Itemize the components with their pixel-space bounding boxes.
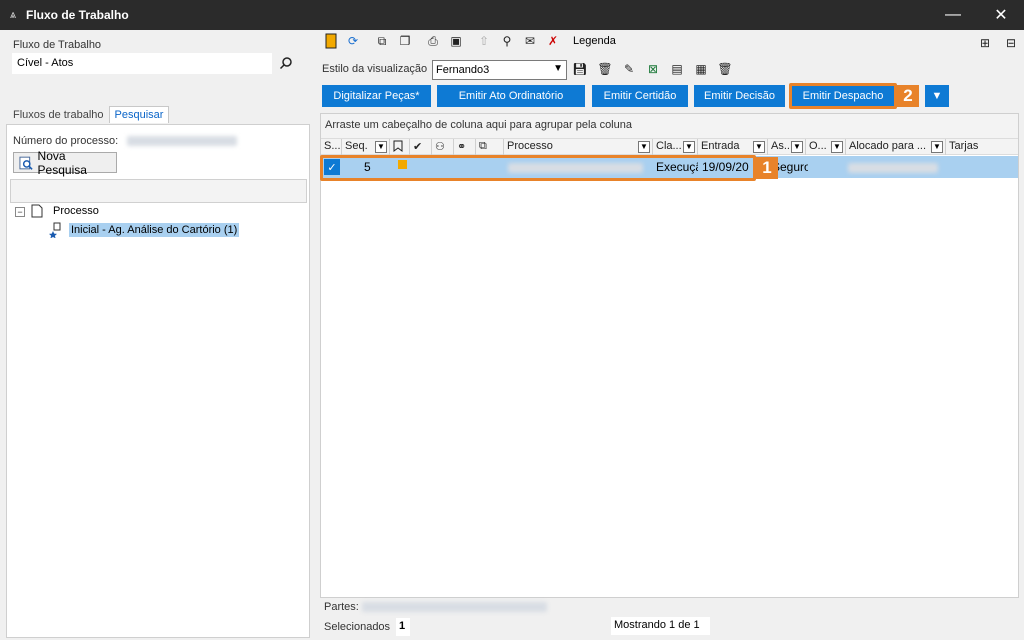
select-all-icon[interactable]: ⧉ (374, 33, 390, 49)
classe-filter-dropdown-icon[interactable]: ▼ (683, 141, 695, 153)
edit-icon[interactable]: ✎ (621, 61, 637, 77)
link-icon: ⚭ (457, 141, 467, 153)
col-header-tarjas[interactable]: Tarjas (946, 139, 1018, 155)
highlight-row (320, 155, 756, 181)
copy-doc-icon: ⧉ (479, 140, 487, 152)
document-icon (31, 204, 43, 218)
search-panel: Número do processo: Nova Pesquisa − Proc… (6, 124, 310, 638)
refresh-icon[interactable]: ⟳ (345, 33, 361, 49)
col-header-bookmark[interactable] (390, 139, 410, 155)
new-search-label: Nova Pesquisa (37, 148, 87, 177)
step-badge-1: 1 (756, 157, 778, 179)
people-icon: ⚇ (435, 141, 445, 153)
check-icon: ✔ (413, 141, 423, 153)
tree-node-label: Processo (53, 205, 99, 217)
left-tabs: Fluxos de trabalho Pesquisar (8, 105, 170, 123)
tree-node-inicial[interactable]: Inicial - Ag. Análise do Cartório (1) (49, 222, 240, 238)
view-style-select[interactable]: Fernando3 ▼ (432, 60, 567, 80)
trash-view-icon[interactable]: 🗑︎ (597, 61, 613, 77)
emitir-decisao-button[interactable]: Emitir Decisão (694, 85, 785, 107)
save-copy-icon[interactable]: ▣ (448, 33, 464, 49)
col-header-s[interactable]: S... (321, 139, 342, 155)
minimize-button[interactable]: — (930, 0, 976, 30)
emitir-ato-ordinatorio-button[interactable]: Emitir Ato Ordinatório (437, 85, 585, 107)
more-actions-button[interactable]: ▼ (925, 85, 949, 107)
comment-icon[interactable]: ✉ (522, 33, 538, 49)
window-title: Fluxo de Trabalho (26, 8, 129, 22)
document-export-icon[interactable]: ▤ (669, 61, 685, 77)
redacted-alocado (848, 163, 938, 173)
alocado-filter-dropdown-icon[interactable]: ▼ (931, 141, 943, 153)
stage-star-icon (49, 222, 61, 238)
list-view-icon[interactable]: ⊟ (1003, 35, 1019, 51)
redacted-process-number (127, 136, 237, 146)
tab-pesquisar[interactable]: Pesquisar (108, 106, 170, 123)
seq-filter-dropdown-icon[interactable]: ▼ (375, 141, 387, 153)
save-icon[interactable]: 💾︎ (572, 61, 588, 77)
tree-view-icon[interactable]: ⊞ (977, 35, 993, 51)
col-header-people[interactable]: ⚇ (432, 139, 454, 155)
bookmark-icon (393, 140, 403, 152)
process-number-label: Número do processo: (13, 135, 119, 147)
magnifier-icon (19, 156, 33, 170)
emitir-certidao-button[interactable]: Emitir Certidão (592, 85, 688, 107)
group-by-hint: Arraste um cabeçalho de coluna aqui para… (321, 114, 1018, 138)
col-header-link[interactable]: ⚭ (454, 139, 476, 155)
excel-export-icon[interactable]: ⊠ (645, 61, 661, 77)
chevron-down-icon: ▼ (553, 63, 563, 74)
app-icon: ⩓ (9, 8, 17, 21)
filter-bar[interactable] (10, 179, 307, 203)
tree-node-processo[interactable]: Processo (31, 204, 99, 218)
tree-collapse-toggle[interactable]: − (15, 207, 25, 217)
col-header-copy[interactable]: ⧉ (476, 139, 504, 155)
selected-count: 1 (396, 618, 410, 636)
workflow-field[interactable]: Cível - Atos (12, 53, 272, 74)
print-icon[interactable]: ⎙ (425, 33, 441, 49)
processo-filter-dropdown-icon[interactable]: ▼ (638, 141, 650, 153)
legend-button[interactable]: Legenda (573, 35, 616, 47)
partes-label: Partes: (324, 601, 359, 613)
tab-fluxos[interactable]: Fluxos de trabalho (8, 107, 109, 123)
delete-comment-icon[interactable]: ✗ (545, 33, 561, 49)
assunto-filter-dropdown-icon[interactable]: ▼ (791, 141, 803, 153)
grid-header: S... Seq. ▼ ✔ ⚇ ⚭ ⧉ Processo ▼ Cla... ▼ … (321, 138, 1018, 155)
step-badge-2: 2 (897, 85, 919, 107)
process-grid: Arraste um cabeçalho de coluna aqui para… (320, 113, 1019, 598)
view-style-value: Fernando3 (436, 64, 490, 76)
new-search-button[interactable]: Nova Pesquisa (13, 149, 117, 177)
col-header-processo[interactable]: Processo (504, 139, 653, 155)
view-style-label: Estilo da visualização (322, 63, 428, 75)
move-up-icon[interactable]: ⇧ (476, 33, 492, 49)
new-document-icon[interactable] (323, 33, 339, 49)
digitalizar-pecas-button[interactable]: Digitalizar Peças* (322, 85, 431, 107)
entrada-filter-dropdown-icon[interactable]: ▼ (753, 141, 765, 153)
delete-icon[interactable]: 🗑︎ (717, 61, 733, 77)
o-filter-dropdown-icon[interactable]: ▼ (831, 141, 843, 153)
people-search-icon[interactable]: ⚲ (499, 33, 515, 49)
search-button[interactable] (276, 53, 296, 73)
search-icon (279, 57, 292, 70)
selected-label: Selecionados (324, 621, 391, 633)
col-header-check[interactable]: ✔ (410, 139, 432, 155)
tree-node-label: Inicial - Ag. Análise do Cartório (1) (69, 223, 240, 237)
showing-count: Mostrando 1 de 1 (611, 617, 710, 635)
window-export-icon[interactable]: ▦ (693, 61, 709, 77)
close-button[interactable]: ✕ (978, 0, 1024, 30)
highlight-despacho (789, 83, 897, 109)
redacted-partes (362, 602, 547, 612)
workflow-label: Fluxo de Trabalho (13, 39, 102, 51)
copy-icon[interactable]: ❐ (397, 33, 413, 49)
title-bar: ⩓ Fluxo de Trabalho — ✕ (0, 0, 1024, 30)
